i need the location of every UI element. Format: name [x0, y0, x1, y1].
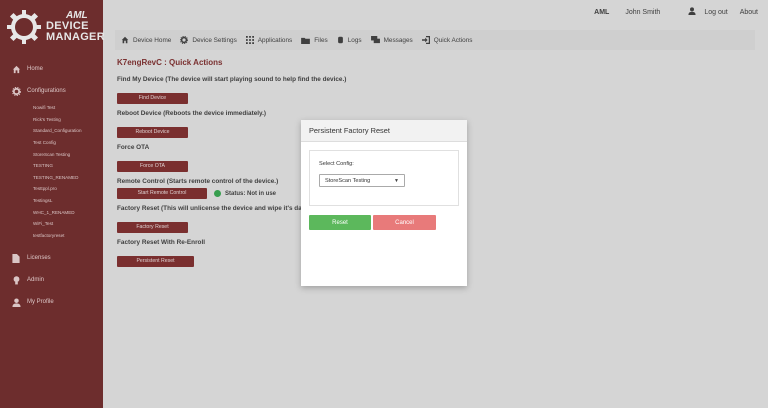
reset-button[interactable]: Reset: [309, 215, 371, 230]
persistent-factory-reset-dialog: Persistent Factory Reset Select Config: …: [301, 120, 467, 286]
select-config-label: Select Config:: [319, 161, 354, 167]
config-select-panel: Select Config: StoreScan Testing ▼: [309, 150, 459, 206]
cancel-button[interactable]: Cancel: [373, 215, 436, 230]
caret-down-icon: ▼: [394, 177, 399, 184]
config-select-value: StoreScan Testing: [325, 177, 371, 184]
dialog-title: Persistent Factory Reset: [301, 120, 467, 142]
config-select[interactable]: StoreScan Testing ▼: [319, 174, 405, 187]
